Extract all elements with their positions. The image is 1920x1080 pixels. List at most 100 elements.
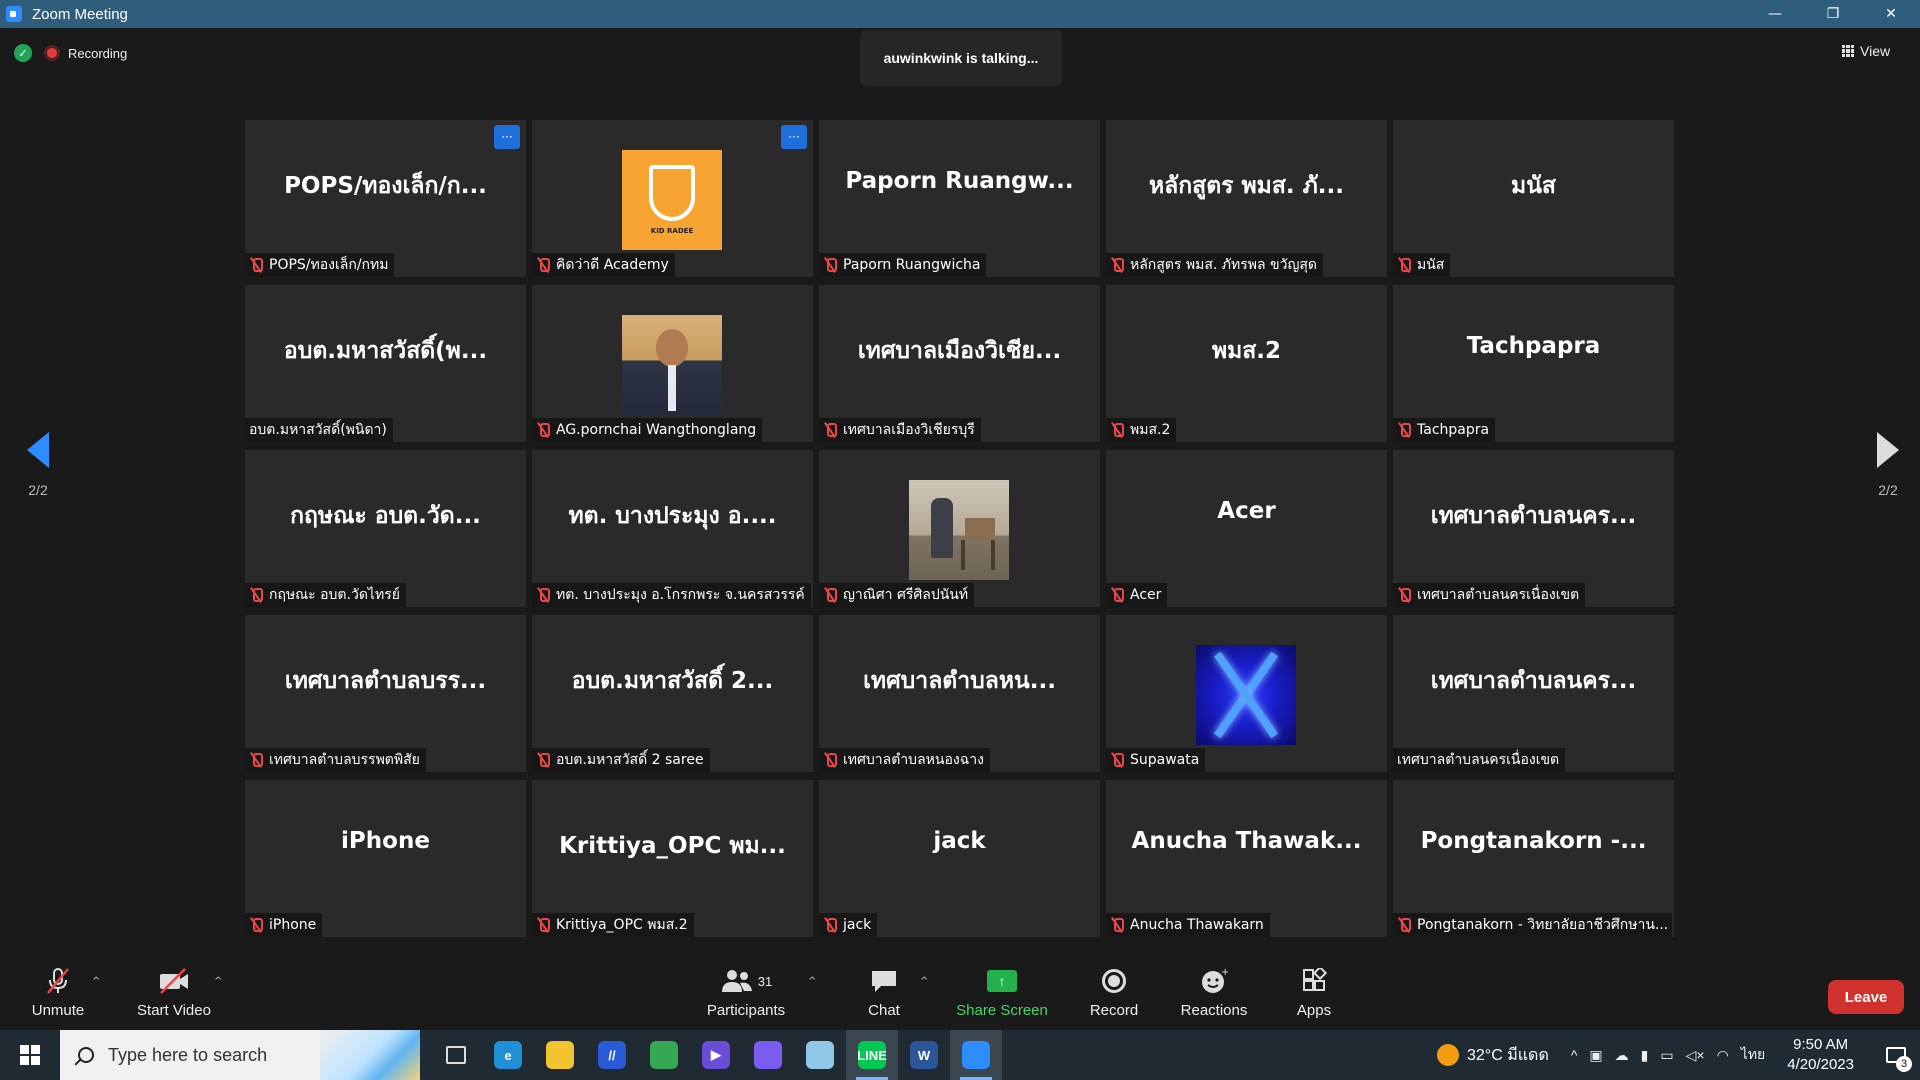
taskbar-search[interactable]: Type here to search — [60, 1030, 420, 1080]
participants-options-caret[interactable]: ^ — [808, 976, 816, 987]
clock[interactable]: 9:50 AM 4/20/2023 — [1787, 1035, 1854, 1075]
battery-icon[interactable]: ▭ — [1660, 1047, 1673, 1064]
notification-center-button[interactable]: 3 — [1876, 1030, 1916, 1080]
task-view-taskbar-button[interactable] — [430, 1030, 482, 1080]
language-indicator[interactable]: ไทย — [1741, 1044, 1765, 1066]
apps-button[interactable]: Apps — [1294, 966, 1334, 1019]
participant-tile[interactable]: ญาณิศา ศรีศิลปนันท์ — [819, 450, 1100, 607]
participant-tile[interactable]: เทศบาลตำบลนคร... เทศบาลตำบลนครเนื่องเขต — [1393, 615, 1674, 772]
close-button[interactable]: ✕ — [1862, 0, 1920, 28]
vectorize-taskbar-button[interactable]: // — [586, 1030, 638, 1080]
restore-button[interactable]: ❐ — [1804, 0, 1862, 28]
wifi-icon[interactable]: ◠ — [1717, 1047, 1729, 1064]
media-player-taskbar-button[interactable]: ▶ — [690, 1030, 742, 1080]
more-options-button[interactable]: ··· — [494, 125, 520, 149]
taskbar-apps: e // ▶ LINE W — [430, 1030, 1002, 1080]
video-options-caret[interactable]: ^ — [214, 976, 222, 987]
participant-tile[interactable]: อบต.มหาสวัสดิ์ 2... อบต.มหาสวัสดิ์ 2 sare… — [532, 615, 813, 772]
participant-name: ญาณิศา ศรีศิลปนันท์ — [843, 587, 969, 603]
participant-name-bar: Pongtanakorn - วิทยาลัยอาชีวศึกษาน... — [1393, 913, 1672, 937]
edge-taskbar-button[interactable]: e — [482, 1030, 534, 1080]
participant-tile[interactable]: jack jack — [819, 780, 1100, 937]
participant-display-name: Paporn Ruangw... — [845, 168, 1074, 194]
participant-name: Supawata — [1130, 752, 1200, 768]
participant-tile[interactable]: กฤษณะ อบต.วัด... กฤษณะ อบต.วัดไทรย์ — [245, 450, 526, 607]
mic-muted-icon — [823, 257, 837, 273]
messenger-taskbar-button[interactable] — [742, 1030, 794, 1080]
chrome-icon — [650, 1041, 678, 1069]
meeting-controls: Unmute ^ Start Video ^ 31 Participants ^… — [0, 960, 1920, 1030]
recording-label[interactable]: Recording — [68, 46, 127, 61]
speaker-muted-icon[interactable]: ◁× — [1686, 1047, 1705, 1064]
unmute-button[interactable]: Unmute — [28, 966, 88, 1019]
audio-options-caret[interactable]: ^ — [92, 976, 100, 987]
arrow-right-icon[interactable] — [1877, 432, 1899, 468]
participant-display-name: เทศบาลเมืองวิเชีย... — [857, 338, 1062, 364]
reactions-button[interactable]: + Reactions — [1176, 966, 1252, 1019]
chevron-up-icon[interactable]: ^ — [1571, 1047, 1578, 1063]
participants-button[interactable]: 31 Participants — [700, 966, 792, 1019]
encryption-shield-icon[interactable]: ✓ — [14, 44, 32, 62]
start-button[interactable] — [0, 1030, 60, 1080]
notepad-taskbar-button[interactable] — [794, 1030, 846, 1080]
participant-tile[interactable]: เทศบาลตำบลบรร... เทศบาลตำบลบรรพตพิสัย — [245, 615, 526, 772]
participant-avatar — [909, 480, 1009, 580]
participant-tile[interactable]: พมส.2 พมส.2 — [1106, 285, 1387, 442]
start-video-button[interactable]: Start Video — [134, 966, 214, 1019]
participant-tile[interactable]: Paporn Ruangw... Paporn Ruangwicha — [819, 120, 1100, 277]
participant-tile[interactable]: Acer Acer — [1106, 450, 1387, 607]
mic-muted-icon — [823, 917, 837, 933]
participant-tile[interactable]: POPS/ทองเล็ก/ก... ··· POPS/ทองเล็ก/กทม — [245, 120, 526, 277]
microphone-icon[interactable]: ▮ — [1641, 1047, 1649, 1064]
previous-page-button[interactable]: 2/2 — [18, 432, 58, 498]
line-icon: LINE — [857, 1041, 887, 1069]
participant-tile[interactable]: เทศบาลตำบลหน... เทศบาลตำบลหนองฉาง — [819, 615, 1100, 772]
participant-tile[interactable]: หลักสูตร พมส. ภั... หลักสูตร พมส. ภัทรพล … — [1106, 120, 1387, 277]
next-page-button[interactable]: 2/2 — [1868, 432, 1908, 498]
file-explorer-taskbar-button[interactable] — [534, 1030, 586, 1080]
participant-tile[interactable]: AG.pornchai Wangthonglang — [532, 285, 813, 442]
participant-avatar: KID RADEE — [622, 150, 722, 250]
onedrive-cloud-icon[interactable]: ☁ — [1615, 1047, 1629, 1064]
participant-name-bar: มนัส — [1393, 253, 1451, 277]
participant-tile[interactable]: เทศบาลเมืองวิเชีย... เทศบาลเมืองวิเชียรบุ… — [819, 285, 1100, 442]
participant-tile[interactable]: Tachpapra Tachpapra — [1393, 285, 1674, 442]
view-button[interactable]: View — [1842, 38, 1906, 64]
line-taskbar-button[interactable]: LINE — [846, 1030, 898, 1080]
arrow-left-icon[interactable] — [27, 432, 49, 468]
chat-button[interactable]: Chat — [856, 966, 912, 1019]
share-screen-icon: ↑ — [987, 966, 1017, 996]
share-screen-button[interactable]: ↑ Share Screen — [954, 966, 1050, 1019]
word-taskbar-button[interactable]: W — [898, 1030, 950, 1080]
participant-name: กฤษณะ อบต.วัดไทรย์ — [269, 587, 400, 603]
minimize-button[interactable]: — — [1746, 0, 1804, 28]
participant-name-bar: หลักสูตร พมส. ภัทรพล ขวัญสุด — [1106, 253, 1324, 277]
chrome-taskbar-button[interactable] — [638, 1030, 690, 1080]
participant-tile[interactable]: iPhone iPhone — [245, 780, 526, 937]
participant-display-name: Pongtanakorn -... — [1420, 828, 1647, 854]
participant-tile[interactable]: KID RADEE ··· คิดว่าดี Academy — [532, 120, 813, 277]
clock-date: 4/20/2023 — [1787, 1056, 1854, 1073]
more-options-button[interactable]: ··· — [781, 125, 807, 149]
mic-muted-icon — [536, 917, 550, 933]
participant-tile[interactable]: Krittiya_OPC พม... Krittiya_OPC พมส.2 — [532, 780, 813, 937]
participant-tile[interactable]: มนัส มนัส — [1393, 120, 1674, 277]
device-icon[interactable]: ▣ — [1589, 1047, 1602, 1064]
participant-tile[interactable]: Pongtanakorn -... Pongtanakorn - วิทยาลัย… — [1393, 780, 1674, 937]
word-icon: W — [910, 1041, 938, 1069]
avatar-brand-label: KID RADEE — [650, 227, 694, 235]
participant-tile[interactable]: อบต.มหาสวัสดิ์(พ... อบต.มหาสวัสดิ์(พนิดา) — [245, 285, 526, 442]
participant-tile[interactable]: Anucha Thawak... Anucha Thawakarn — [1106, 780, 1387, 937]
recording-icon[interactable] — [44, 45, 60, 61]
record-button[interactable]: Record — [1086, 966, 1142, 1019]
chat-options-caret[interactable]: ^ — [920, 976, 928, 987]
participant-tile[interactable]: ทต. บางประมุง อ.... ทต. บางประมุง อ.โกรกพ… — [532, 450, 813, 607]
mic-muted-icon — [1397, 257, 1411, 273]
weather-sun-icon[interactable] — [1437, 1044, 1459, 1066]
participant-name: เทศบาลตำบลหนองฉาง — [843, 752, 984, 768]
zoom-taskbar-button[interactable] — [950, 1030, 1002, 1080]
participant-tile[interactable]: เทศบาลตำบลนคร... เทศบาลตำบลนครเนื่องเขต — [1393, 450, 1674, 607]
leave-button[interactable]: Leave — [1828, 980, 1904, 1014]
weather-label[interactable]: 32°C มีแดด — [1467, 1043, 1549, 1068]
participant-tile[interactable]: Supawata — [1106, 615, 1387, 772]
